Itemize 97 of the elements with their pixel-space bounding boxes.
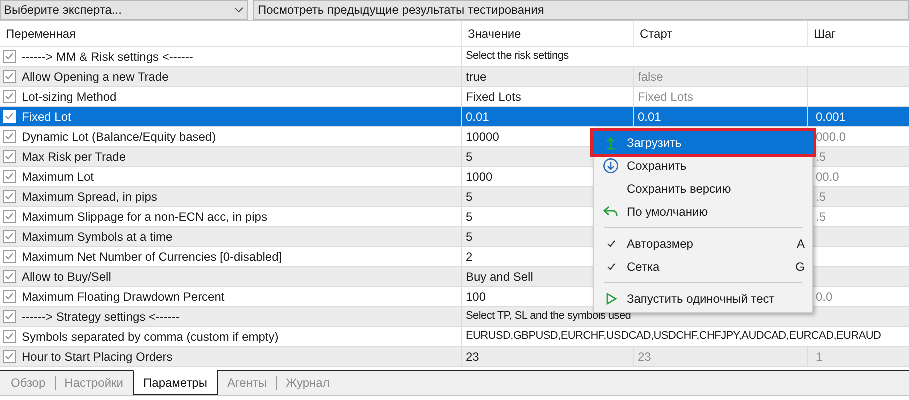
chevron-down-icon xyxy=(234,7,244,13)
parameter-name: ------> MM & Risk settings <------ xyxy=(22,48,194,66)
step-cell-text: 1 xyxy=(816,348,823,366)
check-icon xyxy=(5,112,14,121)
parameter-description: Select TP, SL and the symbols used xyxy=(466,309,632,324)
checkbox[interactable] xyxy=(3,130,16,143)
download-circle-icon xyxy=(603,158,619,174)
parameter-name: Max Risk per Trade xyxy=(22,148,126,166)
play-icon xyxy=(606,292,616,304)
checkbox[interactable] xyxy=(3,270,16,283)
check-icon xyxy=(5,232,14,241)
tab[interactable]: Параметры xyxy=(132,370,218,395)
value-cell-text: 0.01 xyxy=(466,108,490,126)
column-header[interactable]: Переменная xyxy=(0,21,461,46)
value-cell-text: 5 xyxy=(466,228,473,246)
value-cell-text: 23 xyxy=(466,348,480,366)
parameter-name: Maximum Slippage for a non-ECN acc, in pips xyxy=(22,208,268,226)
value-cell-text: 5 xyxy=(466,208,473,226)
check-icon xyxy=(5,332,14,341)
parameter-name: Allow to Buy/Sell xyxy=(22,268,112,286)
parameter-name: Symbols separated by comma (custom if empty) xyxy=(22,328,279,346)
checkbox[interactable] xyxy=(3,70,16,83)
step-cell-text: 000.0 xyxy=(816,128,846,146)
column-header[interactable]: Значение xyxy=(461,21,633,46)
check-icon xyxy=(5,352,14,361)
start-cell-text: Fixed Lots xyxy=(638,88,694,106)
check-icon xyxy=(5,252,14,261)
value-cell-text: 100 xyxy=(466,288,486,306)
check-icon xyxy=(5,212,14,221)
parameter-name: Fixed Lot xyxy=(22,108,72,126)
parameter-description: Select the risk settings xyxy=(466,49,569,64)
checkbox[interactable] xyxy=(3,250,16,263)
checkbox[interactable] xyxy=(3,150,16,163)
step-cell-text: 0.0 xyxy=(816,288,833,306)
check-icon xyxy=(5,292,14,301)
parameter-name: Allow Opening a new Trade xyxy=(22,68,169,86)
check-icon xyxy=(5,132,14,141)
menu-item[interactable]: Запустить одиночный тест xyxy=(593,287,813,310)
table-row[interactable]: Lot-sizing Method Fixed Lots Fixed Lots xyxy=(0,87,909,107)
step-cell-text: .5 xyxy=(816,208,826,226)
table-row[interactable]: Symbols separated by comma (custom if empty) EURUSD,GBPUSD,EURCHF,USDCAD,USDCHF,CHFJPY,AUDCAD,EURCAD,EURAUD xyxy=(0,327,909,347)
checkbox[interactable] xyxy=(3,210,16,223)
checkbox[interactable] xyxy=(3,330,16,343)
check-icon xyxy=(5,272,14,281)
check-icon xyxy=(5,192,14,201)
table-row[interactable]: Allow Opening a new Trade true false xyxy=(0,67,909,87)
value-cell-text: 5 xyxy=(466,148,473,166)
parameter-name: Hour to Start Placing Orders xyxy=(22,348,173,366)
upload-arrow-icon xyxy=(605,136,617,150)
start-cell-text: 23 xyxy=(638,348,652,366)
parameter-name: Maximum Spread, in pips xyxy=(22,188,158,206)
checkbox[interactable] xyxy=(3,170,16,183)
checkbox[interactable] xyxy=(3,190,16,203)
step-cell-text: 0.001 xyxy=(816,108,846,126)
parameter-name: Maximum Symbols at a time xyxy=(22,228,173,246)
parameter-name: Maximum Floating Drawdown Percent xyxy=(22,288,225,306)
start-cell-text: 0.01 xyxy=(638,108,662,126)
parameter-name: Lot-sizing Method xyxy=(22,88,117,106)
checkbox[interactable] xyxy=(3,90,16,103)
checkbox[interactable] xyxy=(3,50,16,63)
table-row[interactable]: Fixed Lot 0.01 0.01 0.001 xyxy=(0,107,909,127)
menu-item[interactable]: Загрузить xyxy=(593,131,813,154)
checkbox[interactable] xyxy=(3,310,16,323)
checkbox[interactable] xyxy=(3,350,16,363)
column-header[interactable]: Старт xyxy=(633,21,807,46)
table-row[interactable]: ------> Strategy settings <------ Select TP, SL and the symbols used xyxy=(0,307,909,327)
value-cell-text: 1000 xyxy=(466,168,493,186)
checkbox[interactable] xyxy=(3,290,16,303)
check-icon xyxy=(5,172,14,181)
back-arrow-icon xyxy=(603,206,619,218)
step-cell-text: 00.0 xyxy=(816,168,840,186)
value-cell-text: 5 xyxy=(466,188,473,206)
table-row[interactable]: ------> MM & Risk settings <------ Select the risk settings xyxy=(0,47,909,67)
column-header[interactable]: Шаг xyxy=(807,21,909,46)
check-icon xyxy=(5,52,14,61)
value-cell-text: 2 xyxy=(466,248,473,266)
table-row[interactable]: Hour to Start Placing Orders 23 23 1 xyxy=(0,347,909,367)
checkbox[interactable] xyxy=(3,230,16,243)
check-icon xyxy=(5,152,14,161)
value-cell-text: Fixed Lots xyxy=(466,88,522,106)
check-icon xyxy=(5,92,14,101)
history-button[interactable]: Посмотреть предыдущие результаты тестирования xyxy=(253,0,909,20)
parameter-description: EURUSD,GBPUSD,EURCHF,USDCAD,USDCHF,CHFJPY,AUDCAD,EURCAD,EURAUD xyxy=(466,329,882,344)
value-cell-text: true xyxy=(466,68,487,86)
parameter-name: ------> Strategy settings <------ xyxy=(22,308,180,326)
value-cell-text: Buy and Sell xyxy=(466,268,534,286)
step-cell-text: .5 xyxy=(816,188,826,206)
menu-label: Запустить одиночный тест xyxy=(627,290,776,308)
start-cell-text: false xyxy=(638,68,664,86)
value-cell-text: 10000 xyxy=(466,128,500,146)
parameter-name: Maximum Net Number of Currencies [0-disabled] xyxy=(22,248,282,266)
expert-select[interactable]: Выберите эксперта... xyxy=(0,0,248,20)
check-icon xyxy=(5,312,14,321)
parameter-name: Maximum Lot xyxy=(22,168,94,186)
check-icon xyxy=(5,72,14,81)
parameter-name: Dynamic Lot (Balance/Equity based) xyxy=(22,128,216,146)
step-cell-text: .5 xyxy=(816,148,826,166)
